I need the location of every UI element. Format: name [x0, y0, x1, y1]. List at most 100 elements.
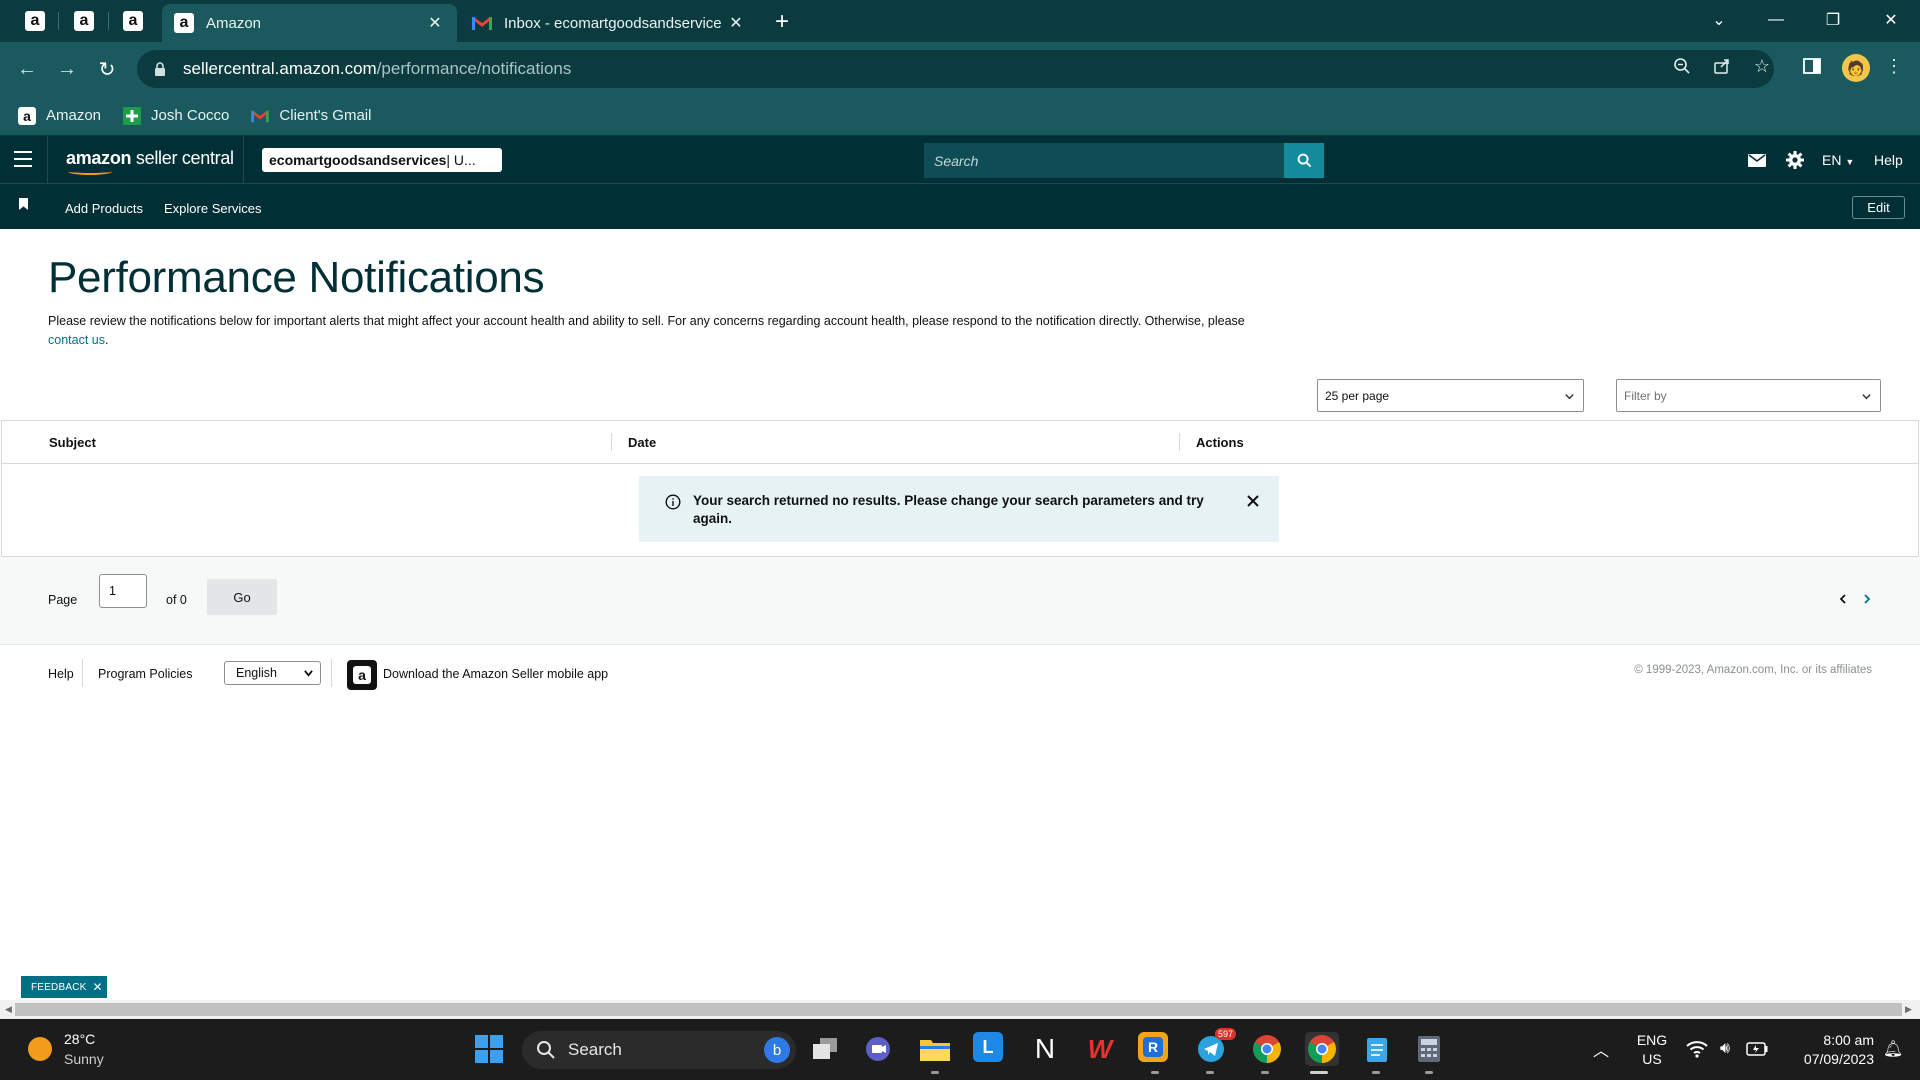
chrome-profile-1-icon[interactable] [1250, 1032, 1284, 1066]
settings-gear-icon[interactable] [1784, 150, 1806, 170]
bookmark-josh-cocco[interactable]: Josh Cocco [123, 106, 230, 125]
pinned-tab-amazon-2[interactable]: a [64, 6, 104, 36]
column-date[interactable]: Date [628, 435, 656, 450]
side-panel-icon[interactable] [1798, 52, 1826, 80]
calculator-icon[interactable] [1412, 1032, 1446, 1066]
close-feedback-icon[interactable]: ✕ [93, 980, 103, 994]
seller-search-input[interactable] [924, 143, 1284, 178]
zoom-icon[interactable] [1668, 52, 1696, 80]
clock[interactable]: 8:00 am 07/09/2023 [1782, 1031, 1874, 1069]
filter-placeholder: Filter by [1624, 388, 1667, 403]
bookmark-flag-icon[interactable] [19, 198, 28, 210]
per-page-select[interactable]: 25 per page [1317, 379, 1584, 412]
amazon-favicon: a [123, 11, 143, 31]
wps-office-icon[interactable]: W [1083, 1032, 1117, 1066]
pinned-tab-amazon-3[interactable]: a [113, 6, 153, 36]
go-button[interactable]: Go [207, 579, 277, 615]
help-link[interactable]: Help [1874, 152, 1903, 168]
task-view-icon[interactable] [808, 1032, 842, 1066]
footer-program-policies-link[interactable]: Program Policies [98, 667, 192, 681]
subnav-add-products[interactable]: Add Products [65, 201, 143, 216]
caret-down-icon: ▼ [1845, 157, 1855, 167]
taskbar-search[interactable]: Search b [522, 1031, 796, 1069]
page-number-input[interactable] [99, 574, 147, 608]
next-page-icon[interactable] [1860, 592, 1874, 606]
pinned-tab-amazon-1[interactable]: a [15, 6, 55, 36]
feedback-label: FEEDBACK [31, 981, 87, 993]
column-actions[interactable]: Actions [1196, 435, 1244, 450]
close-tab-icon[interactable]: ✕ [425, 13, 445, 33]
intro-period: . [104, 333, 109, 347]
pagination-bar: Page of 0 Go [0, 557, 1920, 645]
close-window-button[interactable]: ✕ [1863, 0, 1919, 40]
r-app-icon[interactable]: R [1138, 1032, 1168, 1062]
bookmark-label: Josh Cocco [151, 107, 230, 124]
column-divider [1179, 433, 1180, 451]
column-subject[interactable]: Subject [49, 435, 96, 450]
input-language-indicator[interactable]: ENG US [1632, 1031, 1672, 1069]
close-alert-icon[interactable] [1245, 493, 1261, 509]
running-indicator [1261, 1071, 1269, 1074]
search-button[interactable] [1284, 143, 1324, 178]
file-explorer-icon[interactable] [918, 1032, 952, 1066]
account-name: ecomartgoodsandservices [269, 152, 447, 168]
download-app-link[interactable]: Download the Amazon Seller mobile app [383, 667, 608, 681]
minimize-button[interactable]: — [1748, 0, 1804, 40]
amazon-favicon: a [174, 13, 194, 33]
scroll-right-icon[interactable]: ▶ [1905, 1004, 1912, 1015]
subnav-explore-services[interactable]: Explore Services [164, 201, 262, 216]
seller-central-logo[interactable]: amazon seller central [66, 148, 234, 175]
intro-body: Please review the notifications below fo… [48, 314, 1245, 328]
show-hidden-icons-chevron-icon[interactable]: ︿ [1584, 1032, 1618, 1066]
account-switcher[interactable]: ecomartgoodsandservices | U... [262, 148, 502, 172]
scroll-left-icon[interactable]: ◀ [5, 1004, 12, 1015]
feedback-button[interactable]: FEEDBACK ✕ [21, 976, 107, 998]
hamburger-menu-icon[interactable] [14, 151, 32, 167]
weather-temperature[interactable]: 28°C [64, 1031, 95, 1047]
search-icon [1297, 153, 1311, 168]
address-bar[interactable]: sellercentral.amazon.com/performance/not… [137, 50, 1774, 88]
language-selector[interactable]: EN ▼ [1822, 152, 1854, 168]
footer-language-select[interactable]: English [224, 661, 321, 685]
table-header: Subject Date Actions [2, 421, 1918, 464]
bookmark-star-icon[interactable]: ☆ [1748, 52, 1776, 80]
contact-us-link[interactable]: contact us [48, 333, 105, 347]
previous-page-icon[interactable] [1836, 592, 1850, 606]
browser-menu-icon[interactable]: ⋮ [1880, 52, 1908, 80]
notion-icon[interactable]: N [1028, 1032, 1062, 1066]
battery-icon[interactable] [1740, 1032, 1774, 1066]
tab-search-chevron-icon[interactable]: ⌄ [1691, 0, 1747, 40]
edit-button[interactable]: Edit [1852, 196, 1905, 219]
reload-button[interactable]: ↻ [92, 54, 122, 84]
windows-start-icon[interactable] [472, 1032, 506, 1066]
chrome-profile-2-icon[interactable] [1305, 1032, 1339, 1066]
l-app-icon[interactable]: L [973, 1032, 1003, 1062]
back-button[interactable]: ← [12, 54, 42, 84]
forward-button[interactable]: → [52, 54, 82, 84]
bookmark-amazon[interactable]: a Amazon [18, 106, 101, 125]
restore-button[interactable]: ❐ [1805, 0, 1861, 40]
tab-gmail-inbox[interactable]: Inbox - ecomartgoodsandservice ✕ [460, 4, 758, 42]
notepad-icon[interactable] [1360, 1032, 1394, 1066]
scrollbar-thumb[interactable] [15, 1003, 1902, 1016]
browser-tab-bar: a a a a Amazon ✕ Inbox - ecomartgoodsand… [0, 0, 1920, 42]
tab-amazon[interactable]: a Amazon ✕ [162, 4, 457, 42]
notification-bell-icon[interactable]: 🔔︎ [1876, 1032, 1910, 1066]
filter-by-select[interactable]: Filter by [1616, 379, 1881, 412]
horizontal-scrollbar[interactable]: ◀ ▶ [0, 1000, 1920, 1019]
telegram-icon[interactable]: 597 [1194, 1028, 1236, 1066]
new-tab-button[interactable]: + [768, 8, 796, 36]
logo-amazon-text: amazon [66, 148, 132, 168]
weather-condition[interactable]: Sunny [64, 1051, 104, 1067]
profile-avatar[interactable]: 🧑 [1842, 54, 1870, 82]
bookmark-clients-gmail[interactable]: Client's Gmail [251, 107, 371, 125]
seller-app-icon[interactable]: a [347, 660, 377, 690]
sun-icon[interactable] [28, 1037, 52, 1061]
teams-meet-icon[interactable] [862, 1032, 896, 1066]
close-tab-icon[interactable]: ✕ [726, 13, 746, 33]
share-icon[interactable] [1708, 52, 1736, 80]
mail-icon[interactable] [1746, 150, 1768, 170]
volume-icon[interactable]: 🔊︎ [1708, 1032, 1742, 1066]
page-title: Performance Notifications [48, 253, 545, 302]
footer-help-link[interactable]: Help [48, 667, 74, 681]
